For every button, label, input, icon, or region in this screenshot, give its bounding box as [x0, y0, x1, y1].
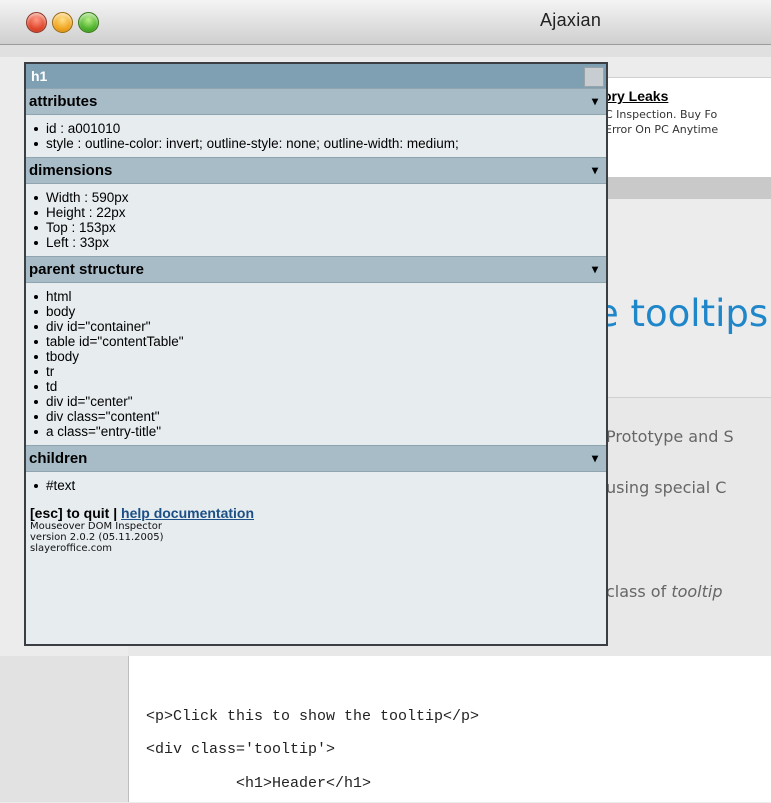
section-label: dimensions — [29, 162, 113, 179]
help-documentation-link[interactable]: help documentation — [121, 505, 254, 521]
code-line: <div class='tooltip'> — [146, 741, 336, 758]
list-item: body — [34, 304, 606, 319]
list-item: Left : 33px — [34, 235, 606, 250]
list-item: tbody — [34, 349, 606, 364]
list-item: div id="container" — [34, 319, 606, 334]
inspector-footer: [esc] to quit | help documentation Mouse… — [26, 499, 606, 554]
list-item: #text — [34, 478, 606, 493]
list-item: id : a001010 — [34, 121, 606, 136]
inspector-close-button[interactable] — [584, 67, 604, 87]
list-item: td — [34, 379, 606, 394]
collapse-arrow-icon[interactable]: ▾ — [592, 446, 598, 471]
attributes-list: id : a001010 style : outline-color: inve… — [26, 115, 606, 157]
dom-inspector-panel: h1 attributes ▾ id : a001010 style : out… — [24, 62, 608, 646]
list-item: table id="contentTable" — [34, 334, 606, 349]
ad-title-link[interactable]: ory Leaks — [603, 88, 668, 104]
footer-quit-line: [esc] to quit | help documentation — [30, 505, 602, 521]
article-headline[interactable]: e tooltips — [596, 292, 768, 335]
article-text-prefix: class of — [606, 582, 672, 601]
code-line: <p>Click this to show the tooltip</p> — [146, 708, 480, 725]
code-sample-area — [128, 656, 771, 802]
section-header-children[interactable]: children ▾ — [26, 445, 606, 472]
footer-site: slayeroffice.com — [30, 543, 113, 554]
section-label: parent structure — [29, 261, 145, 278]
list-item: style : outline-color: invert; outline-s… — [34, 136, 606, 151]
section-header-attributes[interactable]: attributes ▾ — [26, 88, 606, 115]
collapse-arrow-icon[interactable]: ▾ — [592, 158, 598, 183]
close-window-button[interactable] — [26, 12, 47, 33]
list-item: div id="center" — [34, 394, 606, 409]
inspected-element-name: h1 — [31, 68, 48, 84]
list-item: Top : 153px — [34, 220, 606, 235]
zoom-window-button[interactable] — [78, 12, 99, 33]
list-item: html — [34, 289, 606, 304]
list-item: div class="content" — [34, 409, 606, 424]
article-text-italic: tooltip — [671, 582, 723, 601]
window-title: Ajaxian — [540, 10, 602, 30]
article-text-line: using special C — [606, 478, 727, 497]
dimensions-list: Width : 590px Height : 22px Top : 153px … — [26, 184, 606, 256]
inspector-titlebar: h1 — [26, 64, 606, 88]
window-titlebar: Ajaxian — [0, 0, 771, 45]
article-text-line: class of tooltip — [606, 582, 722, 601]
footer-version: version 2.0.2 (05.11.2005) — [30, 532, 164, 543]
section-label: children — [29, 450, 88, 467]
article-text-line: Prototype and S — [606, 427, 734, 446]
page-top-strip — [0, 45, 771, 57]
quit-hint: [esc] to quit | — [30, 505, 122, 521]
children-list: #text — [26, 472, 606, 499]
section-label: attributes — [29, 93, 98, 110]
minimize-window-button[interactable] — [52, 12, 73, 33]
ad-text-line: C Inspection. Buy Fo — [605, 108, 718, 121]
section-header-parent-structure[interactable]: parent structure ▾ — [26, 256, 606, 283]
collapse-arrow-icon[interactable]: ▾ — [592, 257, 598, 282]
page-left-margin — [0, 656, 128, 802]
list-item: a class="entry-title" — [34, 424, 606, 439]
list-item: Height : 22px — [34, 205, 606, 220]
collapse-arrow-icon[interactable]: ▾ — [592, 89, 598, 114]
parent-structure-list: html body div id="container" table id="c… — [26, 283, 606, 445]
list-item: Width : 590px — [34, 190, 606, 205]
ad-text-line: Error On PC Anytime — [605, 123, 719, 136]
section-header-dimensions[interactable]: dimensions ▾ — [26, 157, 606, 184]
code-line: <h1>Header</h1> — [236, 775, 372, 792]
list-item: tr — [34, 364, 606, 379]
footer-product-name: Mouseover DOM Inspector — [30, 521, 162, 532]
